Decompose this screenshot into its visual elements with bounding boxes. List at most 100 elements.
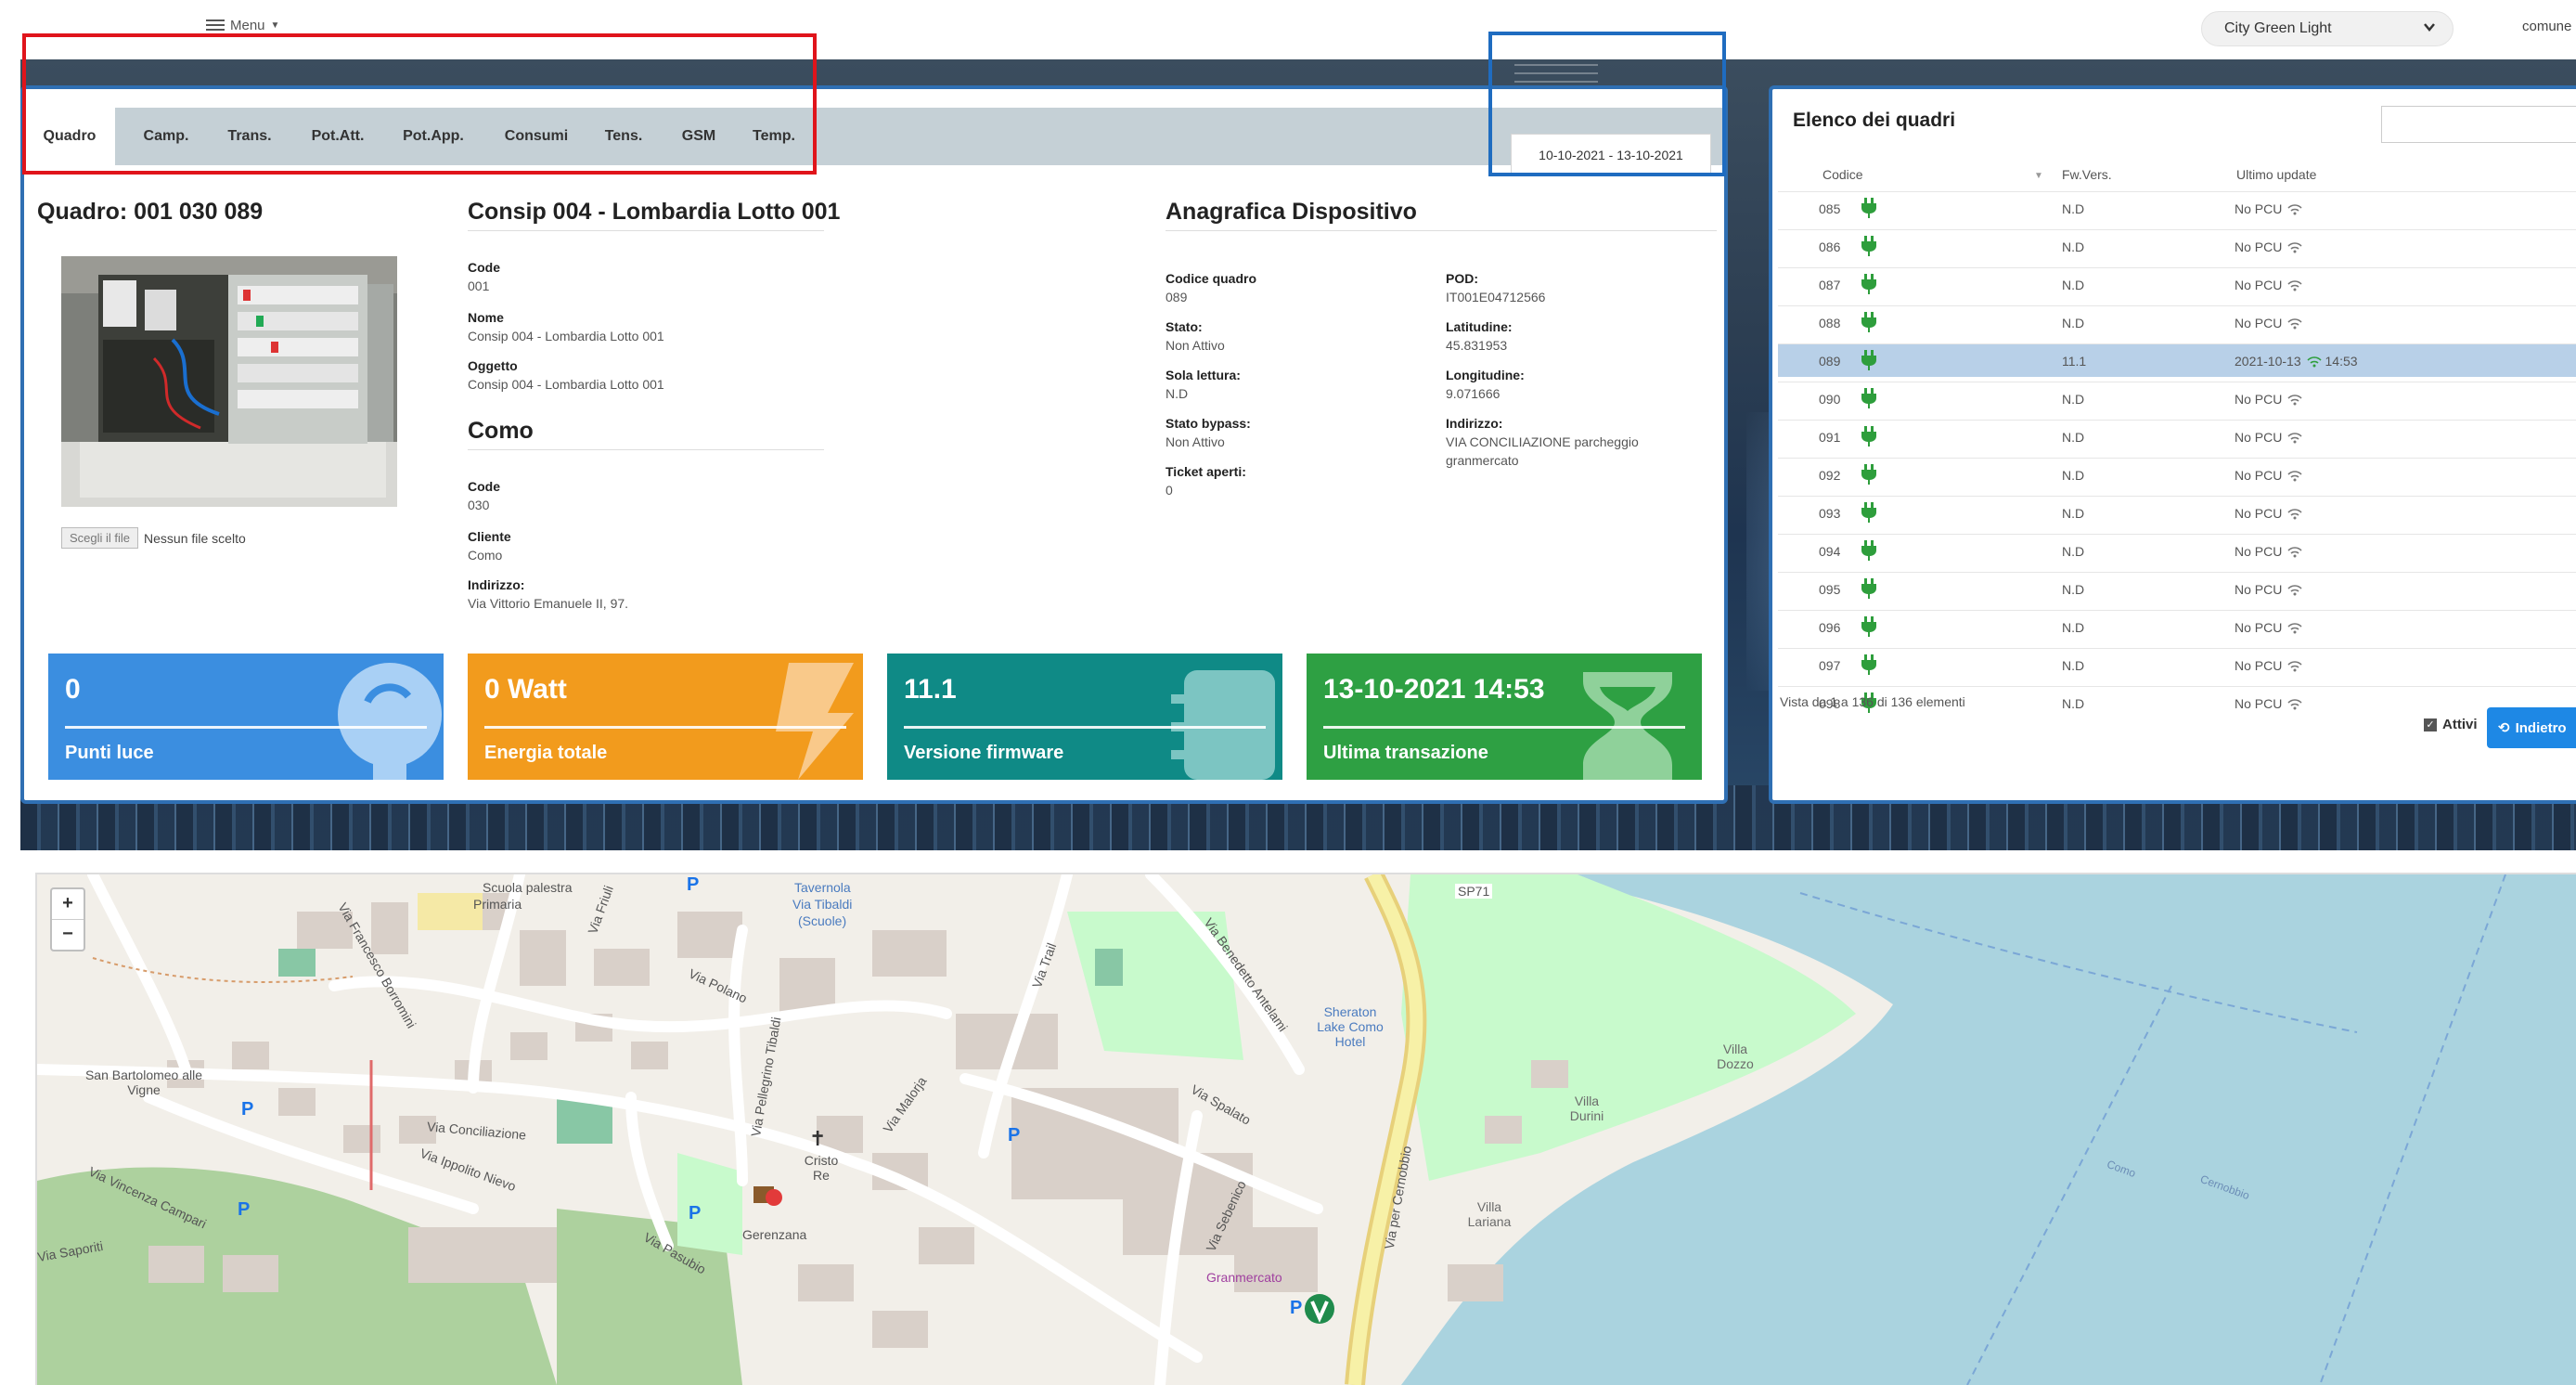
- row-last-update: No PCU: [2235, 430, 2302, 445]
- row-last-update: No PCU: [2235, 201, 2302, 216]
- parking-icon: P: [689, 1203, 702, 1223]
- back-button[interactable]: ⟲ Indietro: [2487, 707, 2576, 748]
- plug-icon: [1861, 388, 1876, 408]
- row-fw-version: N.D: [2062, 316, 2085, 330]
- file-status: Nessun file scelto: [144, 530, 246, 546]
- parking-icon: P: [1008, 1125, 1021, 1146]
- menu-button[interactable]: Menu ▼: [206, 17, 279, 33]
- plug-icon: [1861, 654, 1876, 675]
- table-row[interactable]: 088 N.D No PCU: [1778, 305, 2576, 339]
- longitudine-value: 9.071666: [1446, 386, 1501, 401]
- menu-label: Menu: [230, 17, 265, 33]
- map-label-scuole: (Scuole): [798, 913, 847, 928]
- lightning-icon: [776, 663, 854, 780]
- row-last-update: No PCU: [2235, 544, 2302, 559]
- choose-file-button[interactable]: Scegli il file: [61, 527, 139, 549]
- attivi-filter[interactable]: ✓ Attivi: [2424, 717, 2478, 732]
- consip-nome-value: Consip 004 - Lombardia Lotto 001: [468, 329, 664, 343]
- row-last-update-value: No PCU: [2235, 239, 2283, 254]
- row-last-update-value: No PCU: [2235, 201, 2283, 216]
- list-search-input[interactable]: [2381, 106, 2576, 143]
- row-code: 085: [1819, 201, 1841, 216]
- cabinet-photo: [61, 256, 397, 507]
- map-label-cristo: Cristo Re: [804, 1153, 839, 1183]
- stat-energia-totale-label: Energia totale: [484, 743, 608, 763]
- map-label-granmercato: Granmercato: [1206, 1270, 1282, 1285]
- plug-icon: [1861, 236, 1876, 256]
- table-row[interactable]: 096 N.D No PCU: [1778, 610, 2576, 643]
- zoom-out-button[interactable]: −: [52, 919, 84, 950]
- row-code: 097: [1819, 658, 1841, 673]
- wifi-icon: [2301, 354, 2322, 369]
- table-row[interactable]: 089 11.1 2021-10-13 14:53: [1778, 343, 2576, 377]
- consip-oggetto-value: Consip 004 - Lombardia Lotto 001: [468, 377, 664, 392]
- stato-label: Stato:: [1166, 319, 1203, 334]
- como-cliente-value: Como: [468, 548, 503, 563]
- table-row[interactable]: 087 N.D No PCU: [1778, 267, 2576, 301]
- wifi-icon: [2282, 392, 2302, 407]
- row-fw-version: N.D: [2062, 392, 2085, 407]
- stat-ultima-transazione-value: 13-10-2021 14:53: [1323, 674, 1545, 705]
- table-row[interactable]: 094 N.D No PCU: [1778, 534, 2576, 567]
- sort-caret-icon[interactable]: ▼: [2034, 171, 2043, 181]
- annotation-red-box: [22, 33, 817, 175]
- row-last-update-value: No PCU: [2235, 620, 2283, 635]
- stat-ultima-transazione-label: Ultima transazione: [1323, 743, 1488, 763]
- column-ultimo-update[interactable]: Ultimo update: [2236, 167, 2316, 182]
- ticket-aperti-value: 0: [1166, 483, 1173, 498]
- quadro-panel: Quadro Camp. Trans. Pot.Att. Pot.App. Co…: [20, 85, 1728, 804]
- indirizzo-label: Indirizzo:: [1446, 416, 1503, 431]
- table-row[interactable]: 091 N.D No PCU: [1778, 420, 2576, 453]
- row-fw-version: N.D: [2062, 696, 2085, 711]
- como-code-label: Code: [468, 479, 500, 494]
- row-last-update-value: 2021-10-13: [2235, 354, 2301, 369]
- como-cliente-label: Cliente: [468, 529, 511, 544]
- row-fw-version: N.D: [2062, 506, 2085, 521]
- table-row[interactable]: 086 N.D No PCU: [1778, 229, 2576, 263]
- row-last-update: No PCU: [2235, 696, 2302, 711]
- row-code: 094: [1819, 544, 1841, 559]
- map-view[interactable]: + − Scuola palestra Primaria Via Friuli …: [35, 873, 2576, 1385]
- map-label-bartolomeo: San Bartolomeo alle Vigne: [84, 1068, 203, 1097]
- table-row[interactable]: 097 N.D No PCU: [1778, 648, 2576, 681]
- wifi-icon: [2282, 544, 2302, 559]
- row-code: 092: [1819, 468, 1841, 483]
- list-footer: Vista da 1 a 136 di 136 elementi: [1780, 694, 1965, 709]
- row-fw-version: N.D: [2062, 620, 2085, 635]
- wifi-icon: [2282, 239, 2302, 254]
- user-label[interactable]: comune: [2522, 19, 2571, 34]
- parking-icon: P: [1290, 1298, 1303, 1318]
- row-last-update: No PCU: [2235, 278, 2302, 292]
- stat-energia-totale-value: 0 Watt: [484, 674, 567, 705]
- row-code: 095: [1819, 582, 1841, 597]
- zoom-in-button[interactable]: +: [52, 889, 84, 919]
- plug-icon: [1861, 198, 1876, 218]
- attivi-checkbox[interactable]: ✓: [2424, 718, 2437, 731]
- column-codice[interactable]: Codice: [1823, 167, 1863, 182]
- undo-icon: ⟲: [2498, 720, 2510, 736]
- row-last-update: 2021-10-13 14:53: [2235, 354, 2358, 369]
- table-row[interactable]: 090 N.D No PCU: [1778, 382, 2576, 415]
- list-title: Elenco dei quadri: [1793, 110, 1956, 131]
- row-last-update-time: 14:53: [2325, 354, 2358, 369]
- map-label-primaria: Primaria: [473, 897, 522, 912]
- row-fw-version: N.D: [2062, 544, 2085, 559]
- stato-bypass-label: Stato bypass:: [1166, 416, 1251, 431]
- map-label-tibaldi: Via Tibaldi: [792, 897, 853, 912]
- table-row[interactable]: 093 N.D No PCU: [1778, 496, 2576, 529]
- stato-bypass-value: Non Attivo: [1166, 434, 1225, 449]
- organization-select[interactable]: City Green Light: [2201, 11, 2454, 46]
- wifi-icon: [2282, 316, 2302, 330]
- column-fw-vers[interactable]: Fw.Vers.: [2062, 167, 2112, 182]
- table-row[interactable]: 085 N.D No PCU: [1778, 191, 2576, 225]
- row-code: 087: [1819, 278, 1841, 292]
- row-last-update: No PCU: [2235, 658, 2302, 673]
- row-last-update-value: No PCU: [2235, 658, 2283, 673]
- table-row[interactable]: 095 N.D No PCU: [1778, 572, 2576, 605]
- consip-code-label: Code: [468, 260, 500, 275]
- como-title: Como: [468, 418, 534, 444]
- map-label-scuola: Scuola palestra: [483, 880, 573, 895]
- consip-title: Consip 004 - Lombardia Lotto 001: [468, 199, 841, 225]
- row-code: 093: [1819, 506, 1841, 521]
- table-row[interactable]: 092 N.D No PCU: [1778, 458, 2576, 491]
